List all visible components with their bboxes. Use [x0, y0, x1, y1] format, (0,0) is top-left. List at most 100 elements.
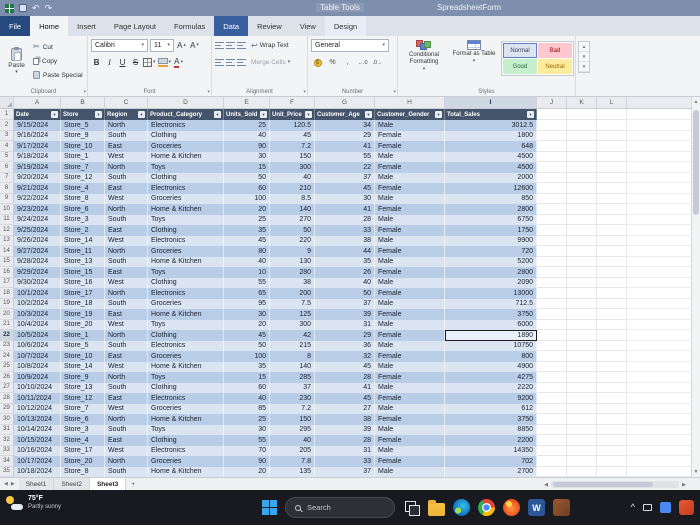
cell-L8[interactable]	[597, 183, 627, 194]
cell-J16[interactable]	[537, 267, 567, 278]
cell-L28[interactable]	[597, 393, 627, 404]
cell-F33[interactable]: 205	[270, 446, 315, 457]
cell-A28[interactable]: 10/11/2024	[14, 393, 61, 404]
cell-J27[interactable]	[537, 383, 567, 394]
cell-C12[interactable]: East	[105, 225, 148, 236]
cell-L26[interactable]	[597, 372, 627, 383]
cell-B25[interactable]: Store_14	[61, 362, 105, 373]
cell-K10[interactable]	[567, 204, 597, 215]
cell-G5[interactable]: 55	[315, 152, 375, 163]
cell-A9[interactable]: 9/22/2024	[14, 194, 61, 205]
cell-L24[interactable]	[597, 351, 627, 362]
cell-D4[interactable]: Groceries	[148, 141, 224, 152]
bold-button[interactable]: B	[91, 56, 102, 69]
cell-A3[interactable]: 9/16/2024	[14, 131, 61, 142]
cell-K7[interactable]	[567, 173, 597, 184]
row-header-4[interactable]: 4	[0, 141, 14, 152]
cell-I35[interactable]: 2700	[445, 467, 537, 478]
cell-L2[interactable]	[597, 120, 627, 131]
cell-B26[interactable]: Store_9	[61, 372, 105, 383]
cell-E11[interactable]: 25	[224, 215, 270, 226]
tray-network-icon[interactable]	[643, 504, 652, 511]
cell-D23[interactable]: Electronics	[148, 341, 224, 352]
cell-K23[interactable]	[567, 341, 597, 352]
tab-design[interactable]: Design	[325, 16, 366, 36]
cell-H16[interactable]: Female	[375, 267, 445, 278]
cell-C24[interactable]: East	[105, 351, 148, 362]
cell-H30[interactable]: Female	[375, 414, 445, 425]
cell-C11[interactable]: South	[105, 215, 148, 226]
cell-H18[interactable]: Female	[375, 288, 445, 299]
cell-B31[interactable]: Store_3	[61, 425, 105, 436]
tray-caret-icon[interactable]: ^	[631, 503, 635, 512]
cell-I4[interactable]: 648	[445, 141, 537, 152]
cell-E8[interactable]: 60	[224, 183, 270, 194]
cell-G18[interactable]: 50	[315, 288, 375, 299]
cell-G9[interactable]: 30	[315, 194, 375, 205]
cell-A5[interactable]: 9/18/2024	[14, 152, 61, 163]
cell-G29[interactable]: 27	[315, 404, 375, 415]
cell-C32[interactable]: East	[105, 435, 148, 446]
cell-E10[interactable]: 20	[224, 204, 270, 215]
cell-H4[interactable]: Female	[375, 141, 445, 152]
merge-cells-button[interactable]: Merge Cells ▾	[251, 59, 290, 66]
cell-A26[interactable]: 10/9/2024	[14, 372, 61, 383]
cell-J3[interactable]	[537, 131, 567, 142]
cell-H21[interactable]: Male	[375, 320, 445, 331]
row-header-3[interactable]: 3	[0, 131, 14, 142]
row-header-6[interactable]: 6	[0, 162, 14, 173]
cell-L14[interactable]	[597, 246, 627, 257]
cell-A7[interactable]: 9/20/2024	[14, 173, 61, 184]
cell-F3[interactable]: 45	[270, 131, 315, 142]
cell-H26[interactable]: Female	[375, 372, 445, 383]
tray-app-icon[interactable]	[660, 502, 671, 513]
cell-E20[interactable]: 30	[224, 309, 270, 320]
row-header-1[interactable]: 1	[0, 109, 14, 120]
cell-J19[interactable]	[537, 299, 567, 310]
row-header-22[interactable]: 22	[0, 330, 14, 341]
cell-B30[interactable]: Store_6	[61, 414, 105, 425]
cell-I21[interactable]: 6000	[445, 320, 537, 331]
cell-G7[interactable]: 37	[315, 173, 375, 184]
gallery-scroll-up-icon[interactable]: ▴	[579, 42, 589, 52]
cell-H24[interactable]: Female	[375, 351, 445, 362]
cell-A18[interactable]: 10/1/2024	[14, 288, 61, 299]
cell-G6[interactable]: 22	[315, 162, 375, 173]
cell-E13[interactable]: 45	[224, 236, 270, 247]
header-product_category[interactable]: Product_Category▼	[148, 109, 224, 120]
cell-F8[interactable]: 210	[270, 183, 315, 194]
cell-E23[interactable]: 50	[224, 341, 270, 352]
cell-F12[interactable]: 50	[270, 225, 315, 236]
cell-L17[interactable]	[597, 278, 627, 289]
cell-A30[interactable]: 10/13/2024	[14, 414, 61, 425]
cell-F14[interactable]: 9	[270, 246, 315, 257]
cell-J32[interactable]	[537, 435, 567, 446]
header-store[interactable]: Store▼	[61, 109, 105, 120]
cell-C25[interactable]: West	[105, 362, 148, 373]
gallery-expand-icon[interactable]: ▾	[579, 62, 589, 72]
cell-E4[interactable]: 90	[224, 141, 270, 152]
cell-C21[interactable]: West	[105, 320, 148, 331]
cell-D3[interactable]: Clothing	[148, 131, 224, 142]
cell-C16[interactable]: East	[105, 267, 148, 278]
cell-H34[interactable]: Female	[375, 456, 445, 467]
cell-G28[interactable]: 45	[315, 393, 375, 404]
cell-K28[interactable]	[567, 393, 597, 404]
cell-C18[interactable]: North	[105, 288, 148, 299]
cell-F34[interactable]: 7.8	[270, 456, 315, 467]
cell-K9[interactable]	[567, 194, 597, 205]
cell-J10[interactable]	[537, 204, 567, 215]
cell-H15[interactable]: Male	[375, 257, 445, 268]
cell-H5[interactable]: Male	[375, 152, 445, 163]
cell-B16[interactable]: Store_15	[61, 267, 105, 278]
cell-H17[interactable]: Male	[375, 278, 445, 289]
cell-G34[interactable]: 33	[315, 456, 375, 467]
select-all-corner[interactable]	[0, 97, 14, 109]
cell-G35[interactable]: 37	[315, 467, 375, 478]
cell-I13[interactable]: 9900	[445, 236, 537, 247]
cell-K29[interactable]	[567, 404, 597, 415]
cell-style-normal[interactable]: Normal	[503, 43, 537, 58]
cell-C13[interactable]: West	[105, 236, 148, 247]
cell-I16[interactable]: 2800	[445, 267, 537, 278]
cell-A21[interactable]: 10/4/2024	[14, 320, 61, 331]
